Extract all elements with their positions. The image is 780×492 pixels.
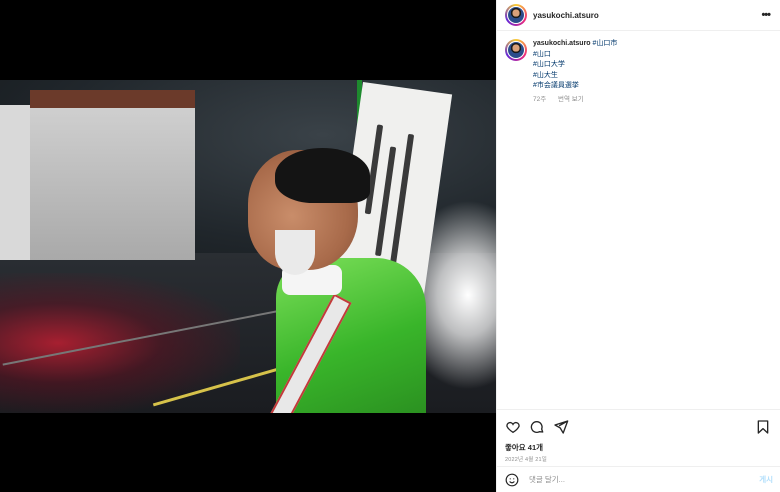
caption-time[interactable]: 72주	[533, 96, 546, 103]
media-panel	[0, 0, 496, 492]
avatar[interactable]	[505, 4, 527, 26]
avatar-image	[508, 7, 524, 23]
translate-link[interactable]: 번역 보기	[558, 96, 584, 103]
action-icons	[505, 418, 773, 436]
comment-icon[interactable]	[529, 419, 545, 435]
post-viewer: yasukochi.atsuro ••• yasukochi.atsuro #山…	[0, 0, 780, 492]
post-date: 2022년 4월 21일	[505, 457, 548, 463]
hashtag-link[interactable]: #山大生	[533, 71, 617, 82]
caption-text: yasukochi.atsuro #山口市 #山口 #山口大学 #山大生 #市会…	[533, 39, 617, 105]
hashtag-link[interactable]: #山口大学	[533, 60, 617, 71]
details-panel: yasukochi.atsuro ••• yasukochi.atsuro #山…	[496, 0, 780, 492]
hashtag-link[interactable]: #山口市	[593, 40, 618, 47]
post-actions: 좋아요 41개 2022년 4월 21일	[497, 409, 780, 463]
more-icon[interactable]: •••	[761, 9, 771, 21]
bookmark-icon[interactable]	[755, 419, 771, 435]
post-photo[interactable]	[0, 80, 496, 413]
hashtag-link[interactable]: #山口	[533, 50, 617, 61]
like-count[interactable]: 좋아요 41개	[505, 442, 773, 453]
caption-meta: 72주 번역 보기	[533, 95, 617, 106]
hashtag-link[interactable]: #市会議員選挙	[533, 81, 617, 92]
caption: yasukochi.atsuro #山口市 #山口 #山口大学 #山大生 #市会…	[497, 31, 780, 105]
share-icon[interactable]	[553, 419, 569, 435]
header-username[interactable]: yasukochi.atsuro	[533, 11, 599, 20]
comment-input[interactable]	[529, 475, 760, 484]
photo-person-mask	[275, 230, 315, 275]
photo-red-light	[0, 273, 240, 413]
comment-bar: 게시	[497, 466, 780, 492]
post-comment-button[interactable]: 게시	[759, 474, 773, 485]
caption-avatar[interactable]	[505, 39, 527, 61]
photo-building	[30, 90, 195, 260]
avatar-image	[508, 42, 524, 58]
emoji-icon[interactable]	[505, 473, 519, 487]
caption-username[interactable]: yasukochi.atsuro	[533, 40, 591, 47]
heart-icon[interactable]	[505, 419, 521, 435]
post-header: yasukochi.atsuro •••	[497, 0, 780, 31]
photo-person-hair	[275, 148, 370, 203]
